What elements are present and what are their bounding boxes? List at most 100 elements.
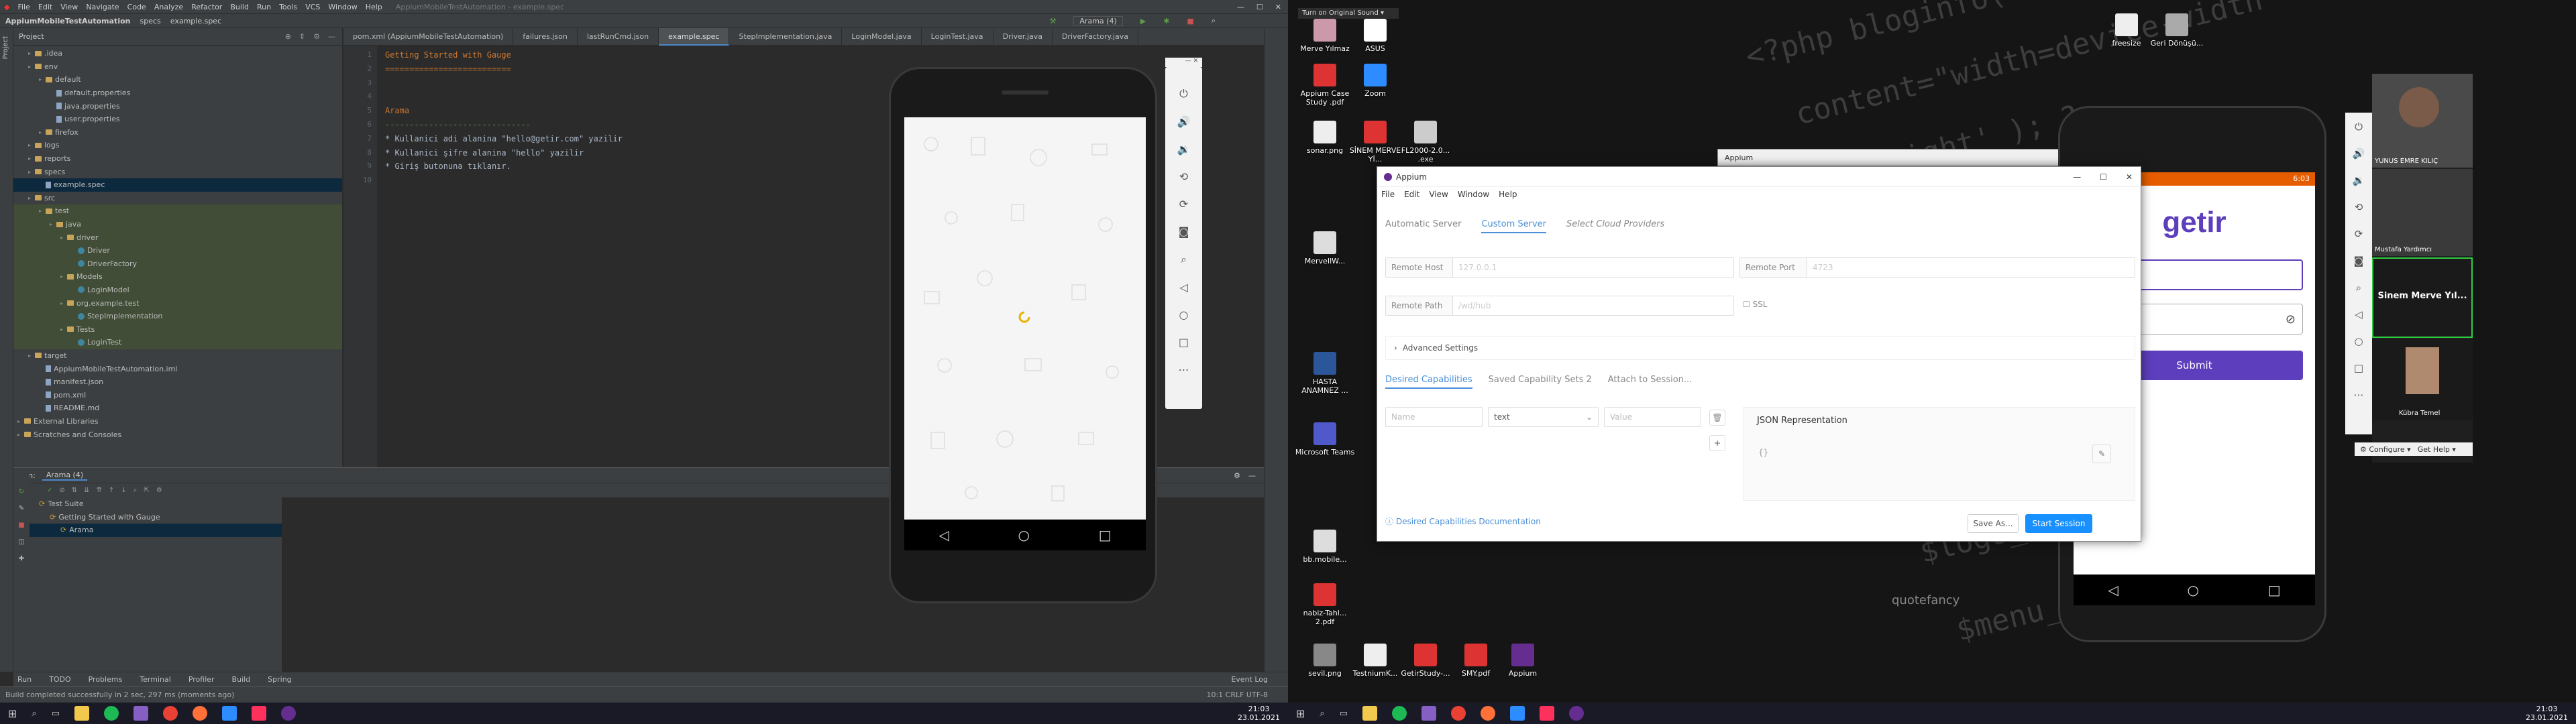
- collapse-icon[interactable]: ⇕: [299, 32, 305, 41]
- breadcrumb-specs[interactable]: specs: [140, 17, 160, 25]
- minimize-icon[interactable]: —: [1185, 58, 1191, 64]
- eye-off-icon[interactable]: ⊘: [2286, 312, 2296, 326]
- close-icon[interactable]: ✕: [2126, 172, 2133, 182]
- more-icon[interactable]: ⋯: [1179, 363, 1189, 376]
- sort-icon[interactable]: ⇅: [72, 487, 77, 494]
- participant-tile[interactable]: Sinem Merve Yıl...: [2372, 257, 2473, 338]
- down-icon[interactable]: ↓: [121, 487, 126, 494]
- recents-icon[interactable]: □: [2268, 582, 2281, 598]
- rotate-right-icon[interactable]: ⟳: [1179, 198, 1188, 210]
- editor-tab[interactable]: DriverFactory.java: [1053, 27, 1138, 46]
- chrome-icon[interactable]: [162, 706, 178, 721]
- project-tree-item[interactable]: ▸ driver: [13, 231, 342, 244]
- project-tree-item[interactable]: ▸ Models: [13, 270, 342, 284]
- back-icon[interactable]: ◁: [1179, 281, 1187, 294]
- editor-tab[interactable]: LoginModel.java: [842, 27, 922, 46]
- chevron-right-icon[interactable]: ▸: [28, 156, 35, 162]
- camera-icon[interactable]: ◙: [2354, 255, 2364, 267]
- editor-tab[interactable]: pom.xml (AppiumMobileTestAutomation): [343, 27, 514, 46]
- participant-tile[interactable]: Kübra Temel: [2372, 339, 2473, 420]
- menu-edit[interactable]: Edit: [1404, 190, 1419, 199]
- save-as-button[interactable]: Save As...: [1968, 514, 2019, 533]
- maximize-icon[interactable]: ☐: [1256, 3, 1263, 11]
- cancel-icon[interactable]: ⊘: [59, 487, 64, 494]
- power-icon[interactable]: ⏻: [2355, 121, 2363, 133]
- project-tree-item[interactable]: ▸ reports: [13, 152, 342, 166]
- menu-file[interactable]: File: [13, 3, 34, 11]
- project-tree-item[interactable]: ▸ env: [13, 60, 342, 74]
- windows-start-icon[interactable]: ⊞: [8, 707, 17, 720]
- search-icon[interactable]: ⌕: [32, 709, 36, 719]
- project-tree-item[interactable]: ▸ Tests: [13, 322, 342, 337]
- home-icon[interactable]: ○: [2188, 582, 2199, 598]
- chevron-right-icon[interactable]: ▸: [60, 235, 67, 241]
- menu-vcs[interactable]: VCS: [301, 3, 324, 11]
- participant-tile[interactable]: Mustafa Yardımcı: [2372, 169, 2473, 256]
- desktop-icon[interactable]: MerveIlW...: [1295, 231, 1355, 265]
- intellij-icon[interactable]: [1539, 706, 1554, 721]
- search-icon[interactable]: ⌕: [1320, 709, 1324, 719]
- menu-view[interactable]: View: [56, 3, 82, 11]
- build-tool-tab[interactable]: Build: [232, 675, 251, 684]
- chevron-right-icon[interactable]: ▸: [28, 64, 35, 70]
- volume-down-icon[interactable]: 🔉: [1177, 143, 1191, 156]
- test-node[interactable]: ⟳ Test Suite: [30, 497, 282, 511]
- project-tree-item[interactable]: ▸ .idea: [13, 47, 342, 60]
- tab-automatic-server[interactable]: Automatic Server: [1385, 219, 1461, 233]
- explorer-icon[interactable]: [1362, 706, 1377, 721]
- project-tree-item[interactable]: ▸ java: [13, 217, 342, 231]
- run-config-tab[interactable]: Arama (4): [42, 471, 88, 481]
- menu-edit[interactable]: Edit: [34, 3, 56, 11]
- chevron-right-icon[interactable]: ▸: [60, 274, 67, 280]
- event-log-tab[interactable]: Event Log: [1231, 675, 1268, 684]
- zoom-icon[interactable]: [1509, 706, 1525, 721]
- project-toolwindow-button[interactable]: Project: [2, 36, 9, 59]
- remote-path-field[interactable]: Remote Path /wd/hub: [1385, 296, 1734, 316]
- taskbar-clock[interactable]: 21:03 23.01.2021: [2526, 705, 2568, 722]
- settings-icon[interactable]: ⚙: [156, 487, 162, 494]
- emulator-screen[interactable]: [904, 117, 1146, 520]
- start-session-button[interactable]: Start Session: [2025, 514, 2092, 533]
- tab-saved-capability-sets[interactable]: Saved Capability Sets 2: [1489, 375, 1592, 389]
- desktop-icon[interactable]: bb.mobile...: [1295, 530, 1355, 564]
- search-icon[interactable]: ⌕: [133, 487, 138, 494]
- project-tree-item[interactable]: ▸ specs: [13, 165, 342, 178]
- menu-file[interactable]: File: [1381, 190, 1395, 199]
- zoom-icon[interactable]: [221, 706, 237, 721]
- project-tree-item[interactable]: DriverFactory: [13, 257, 342, 271]
- project-tree-item[interactable]: ▸ External Libraries: [13, 415, 342, 428]
- zoom-icon[interactable]: ⌕: [2356, 282, 2361, 294]
- project-tree-item[interactable]: ▸ default: [13, 73, 342, 86]
- hammer-icon[interactable]: ⚒: [1050, 17, 1057, 25]
- configure-button[interactable]: ⚙ Configure ▾: [2360, 445, 2411, 454]
- minimize-icon[interactable]: —: [2073, 172, 2081, 182]
- capability-value-input[interactable]: Value: [1604, 407, 1701, 427]
- desktop-icon[interactable]: Zoom: [1345, 64, 1405, 98]
- chevron-right-icon[interactable]: ▸: [60, 326, 67, 333]
- locate-icon[interactable]: ⊕: [285, 32, 291, 41]
- project-tree-item[interactable]: ▸ org.example.test: [13, 296, 342, 310]
- run-tool-tab[interactable]: Run: [17, 675, 32, 684]
- volume-up-icon[interactable]: 🔊: [2353, 147, 2365, 160]
- desktop-icon[interactable]: Microsoft Teams: [1295, 422, 1355, 457]
- gear-icon[interactable]: ⚙: [1234, 471, 1240, 480]
- debug-icon[interactable]: ✱: [1163, 17, 1169, 25]
- overview-icon[interactable]: □: [2354, 362, 2363, 374]
- task-view-icon[interactable]: ▭: [1340, 709, 1348, 719]
- chevron-right-icon[interactable]: ▸: [39, 129, 46, 135]
- vs-icon[interactable]: [1421, 706, 1436, 721]
- capability-type-select[interactable]: text ⌄: [1488, 407, 1599, 427]
- chrome-icon[interactable]: [1450, 706, 1466, 721]
- rotate-left-icon[interactable]: ⟲: [2355, 201, 2363, 213]
- project-tree-item[interactable]: LoginModel: [13, 283, 342, 297]
- more-icon[interactable]: ⋯: [2354, 389, 2364, 401]
- get-help-button[interactable]: Get Help ▾: [2418, 445, 2456, 454]
- overview-icon[interactable]: □: [1179, 336, 1189, 349]
- chevron-right-icon[interactable]: ▸: [39, 76, 46, 82]
- todo-tool-tab[interactable]: TODO: [49, 675, 71, 684]
- task-view-icon[interactable]: ▭: [52, 709, 60, 719]
- firefox-icon[interactable]: [1480, 706, 1495, 721]
- project-tree-item[interactable]: default.properties: [13, 86, 342, 100]
- export-icon[interactable]: ⇱: [144, 487, 149, 494]
- menu-help[interactable]: Help: [362, 3, 386, 11]
